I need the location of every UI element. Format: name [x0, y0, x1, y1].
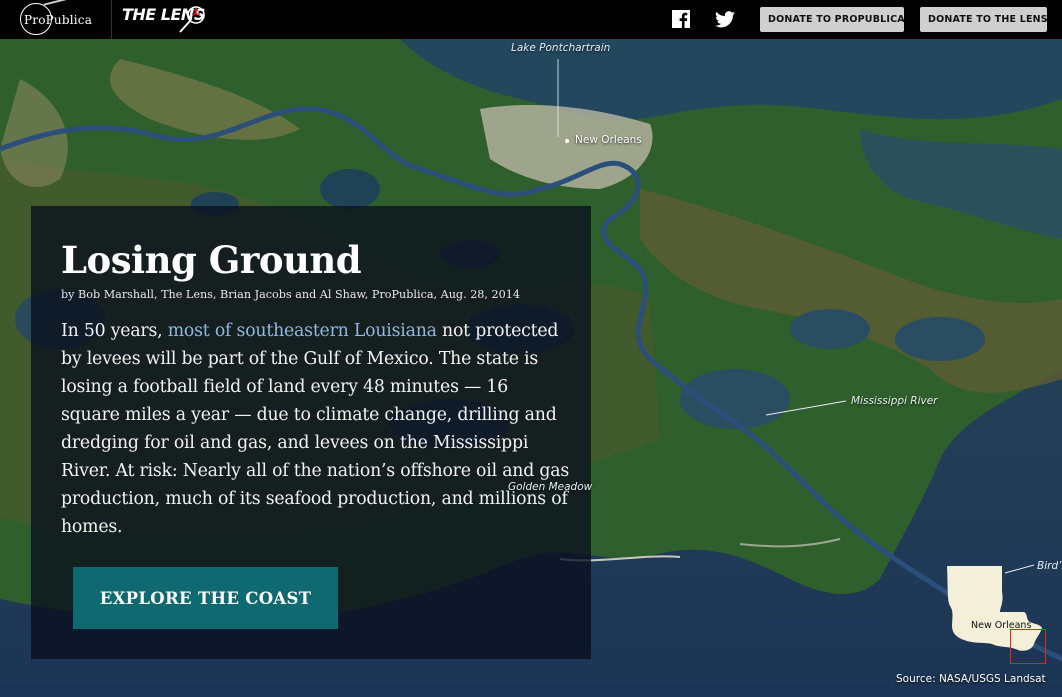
story-summary: In 50 years, most of southeastern Louisi…: [61, 317, 571, 541]
lake-pontchartrain-label: Lake Pontchartrain: [511, 42, 611, 54]
story-summary-lead: In 50 years,: [61, 321, 168, 341]
donate-to-propublica-button[interactable]: DONATE TO PROPUBLICA: [760, 7, 905, 32]
propublica-logo-text: ProPublica: [24, 12, 93, 27]
story-byline: by Bob Marshall, The Lens, Brian Jacobs …: [61, 288, 521, 301]
birds-foot-label: Bird’s: [1037, 560, 1062, 572]
top-navigation-bar: ProPublica THE LENS DONATE TO PROPUBLICA…: [0, 0, 1062, 39]
twitter-share-button[interactable]: [714, 8, 736, 30]
story-title: Losing Ground: [61, 238, 362, 282]
explore-the-coast-button[interactable]: EXPLORE THE COAST: [73, 567, 338, 629]
inset-highlight-box: [1010, 629, 1046, 664]
golden-meadow-label: Golden Meadow: [508, 481, 593, 493]
southeastern-louisiana-link[interactable]: most of southeastern Louisiana: [168, 321, 437, 341]
facebook-share-button[interactable]: [670, 8, 692, 30]
propublica-logo-quill: [43, 0, 83, 12]
map-source-credit: Source: NASA/USGS Landsat: [896, 673, 1046, 685]
the-lens-magnifier-icon: [179, 6, 205, 33]
story-intro-panel: Losing Ground by Bob Marshall, The Lens,…: [31, 206, 591, 659]
facebook-icon: [672, 10, 690, 28]
new-orleans-dot: [565, 139, 569, 143]
propublica-logo[interactable]: ProPublica: [18, 0, 92, 36]
new-orleans-label: New Orleans: [575, 134, 642, 146]
logo-divider: [111, 0, 112, 39]
twitter-icon: [715, 10, 735, 27]
mississippi-river-label: Mississippi River: [851, 395, 938, 407]
donate-to-the-lens-button[interactable]: DONATE TO THE LENS: [920, 7, 1048, 32]
story-summary-rest: not protected by levees will be part of …: [61, 321, 570, 537]
